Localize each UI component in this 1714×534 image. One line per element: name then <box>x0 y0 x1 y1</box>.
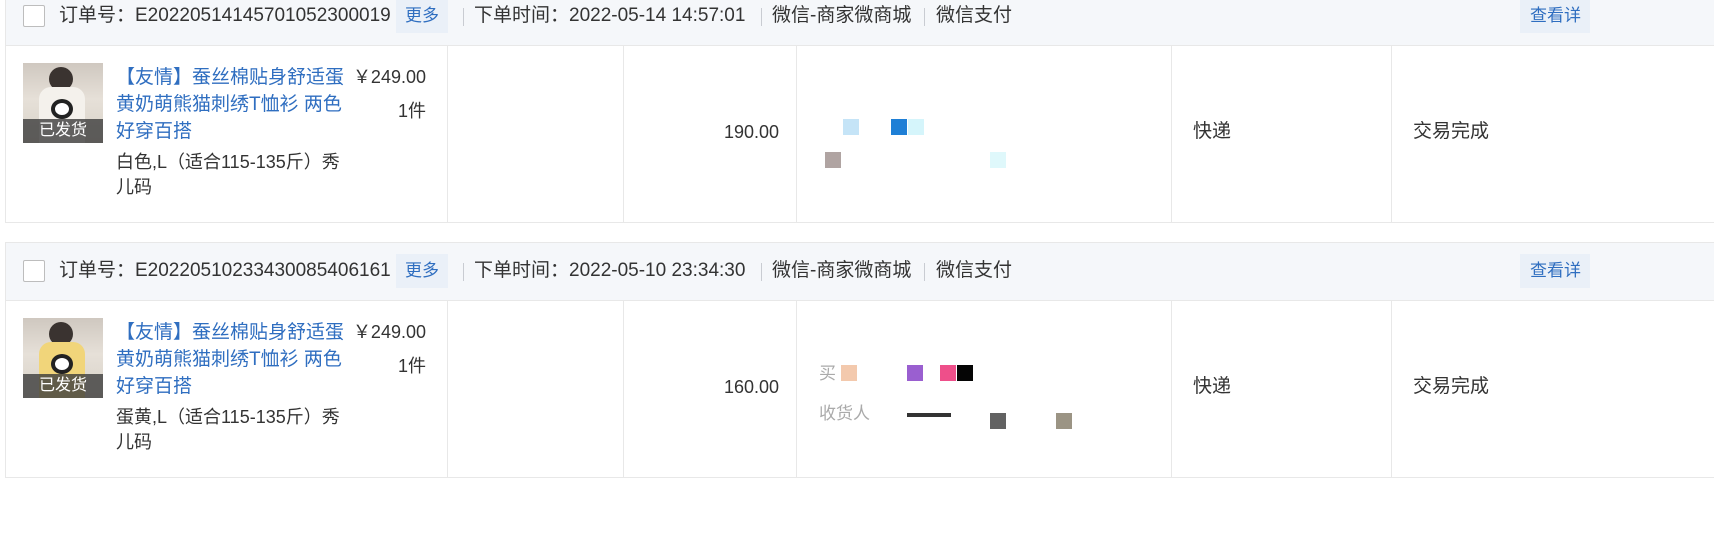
divider <box>761 8 762 26</box>
redaction-block <box>825 152 841 168</box>
divider <box>924 263 925 281</box>
redaction-block <box>1056 413 1072 429</box>
column-divider <box>447 301 448 477</box>
order-amount: 160.00 <box>723 377 779 397</box>
order-header: 订单号：E20220514145701052300019 更多 下单时间：202… <box>6 0 1714 46</box>
divider <box>463 8 464 26</box>
quantity: 1件 <box>397 356 426 376</box>
order-number: 订单号：E20220514145701052300019 <box>59 5 391 26</box>
unit-price: ￥249.00 <box>352 322 426 342</box>
redaction-block <box>990 152 1006 168</box>
buyer-info-redacted: 买 收货人 <box>797 301 1171 473</box>
order-body: 已发货 【友情】蚕丝棉贴身舒适蛋黄奶萌熊猫刺绣T恤衫 两色好穿百搭 ￥249.0… <box>6 301 1714 477</box>
column-divider <box>1171 301 1172 477</box>
order-time: 下单时间：2022-05-14 14:57:01 <box>474 5 746 26</box>
more-button[interactable]: 更多 <box>396 0 448 33</box>
order-channel: 微信-商家微商城 <box>772 260 912 281</box>
redaction-block <box>908 119 924 135</box>
view-details-button[interactable]: 查看详 <box>1520 0 1590 33</box>
column-divider <box>623 46 624 222</box>
quantity: 1件 <box>397 101 426 121</box>
shipping-method: 快递 <box>1193 121 1232 142</box>
order-body: 已发货 【友情】蚕丝棉贴身舒适蛋黄奶萌熊猫刺绣T恤衫 两色好穿百搭 ￥249.0… <box>6 46 1714 222</box>
order-header: 订单号：E20220510233430085406161 更多 下单时间：202… <box>6 243 1714 301</box>
product-title-link[interactable]: 【友情】蚕丝棉贴身舒适蛋黄奶萌熊猫刺绣T恤衫 两色好穿百搭 <box>116 319 351 400</box>
payment-method: 微信支付 <box>936 260 1013 281</box>
column-divider <box>1391 301 1392 477</box>
order-channel: 微信-商家微商城 <box>772 5 912 26</box>
column-divider <box>1171 46 1172 222</box>
redaction-block <box>843 119 859 135</box>
unit-price: ￥249.00 <box>352 67 426 87</box>
redaction-block <box>940 365 956 381</box>
buyer-info-redacted <box>797 46 1171 218</box>
product-spec: 白色,L（适合115-135斤）秀儿码 <box>116 152 340 197</box>
order-select-checkbox[interactable] <box>23 5 45 27</box>
more-button[interactable]: 更多 <box>396 254 448 288</box>
redaction-block <box>907 365 923 381</box>
shipped-badge: 已发货 <box>23 119 103 143</box>
redaction-block <box>891 119 907 135</box>
divider <box>761 263 762 281</box>
redaction-block <box>907 413 951 417</box>
order-card: 订单号：E20220510233430085406161 更多 下单时间：202… <box>5 242 1714 478</box>
column-divider <box>623 301 624 477</box>
product-thumbnail[interactable]: 已发货 <box>23 318 103 398</box>
divider <box>924 8 925 26</box>
receiver-label: 收货人 <box>819 404 870 423</box>
column-divider <box>1391 46 1392 222</box>
redaction-block <box>990 413 1006 429</box>
view-details-button[interactable]: 查看详 <box>1520 254 1590 288</box>
divider <box>463 263 464 281</box>
order-time: 下单时间：2022-05-10 23:34:30 <box>474 260 746 281</box>
redaction-block <box>841 365 857 381</box>
product-title-link[interactable]: 【友情】蚕丝棉贴身舒适蛋黄奶萌熊猫刺绣T恤衫 两色好穿百搭 <box>116 64 351 145</box>
product-thumbnail[interactable]: 已发货 <box>23 63 103 143</box>
order-number: 订单号：E20220510233430085406161 <box>59 260 391 281</box>
order-select-checkbox[interactable] <box>23 260 45 282</box>
column-divider <box>447 46 448 222</box>
redaction-block <box>957 365 973 381</box>
buyer-label: 买 <box>819 364 836 383</box>
order-amount: 190.00 <box>723 122 779 142</box>
product-spec: 蛋黄,L（适合115-135斤）秀儿码 <box>116 407 340 452</box>
order-status: 交易完成 <box>1413 121 1490 142</box>
shipping-method: 快递 <box>1193 376 1232 397</box>
order-status: 交易完成 <box>1413 376 1490 397</box>
payment-method: 微信支付 <box>936 5 1013 26</box>
shipped-badge: 已发货 <box>23 374 103 398</box>
order-card: 订单号：E20220514145701052300019 更多 下单时间：202… <box>5 0 1714 223</box>
